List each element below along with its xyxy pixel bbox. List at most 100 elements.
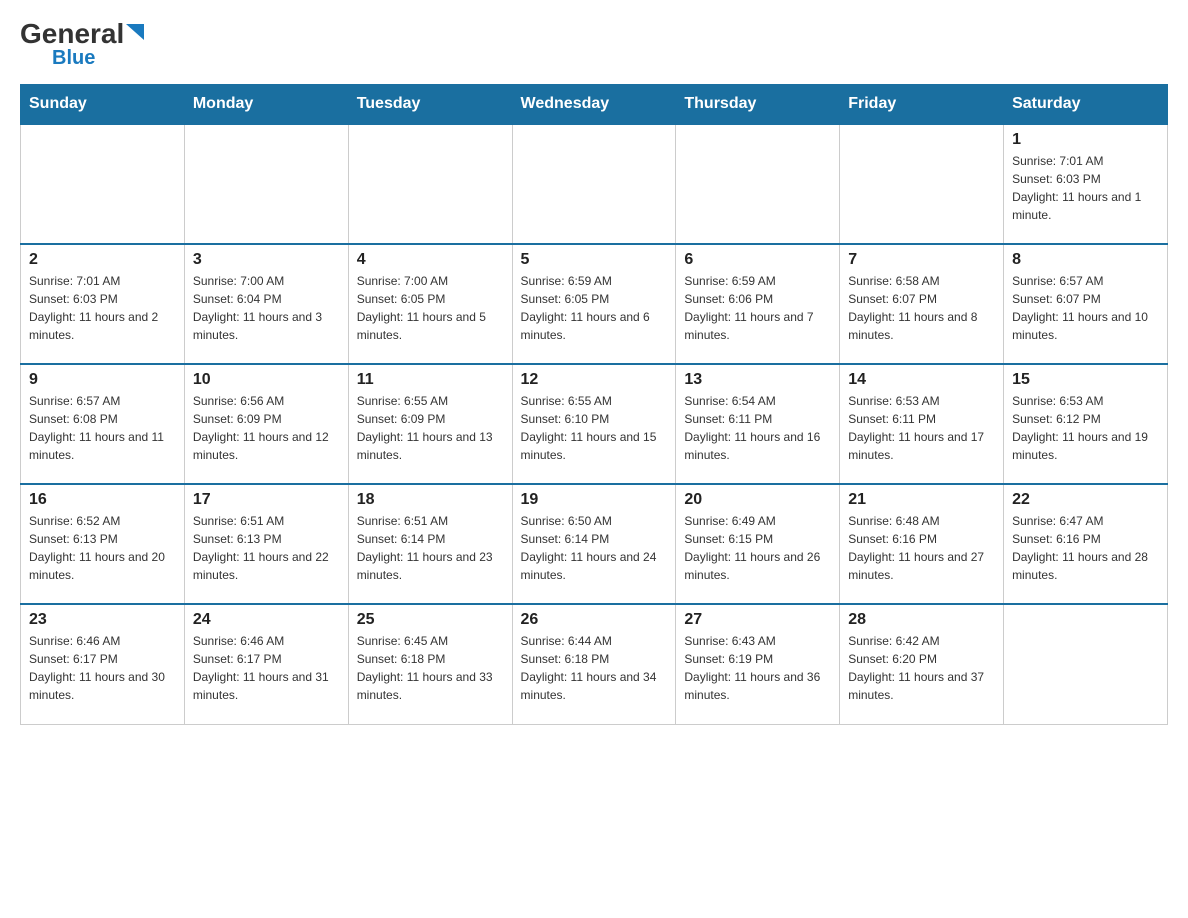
- day-number: 23: [29, 611, 176, 629]
- day-info: Sunrise: 6:55 AM Sunset: 6:10 PM Dayligh…: [521, 392, 668, 464]
- day-number: 13: [684, 371, 831, 389]
- calendar-cell: 16 Sunrise: 6:52 AM Sunset: 6:13 PM Dayli…: [21, 484, 185, 604]
- day-number: 11: [357, 371, 504, 389]
- week-row-4: 16 Sunrise: 6:52 AM Sunset: 6:13 PM Dayli…: [21, 484, 1168, 604]
- day-number: 18: [357, 491, 504, 509]
- day-info: Sunrise: 6:58 AM Sunset: 6:07 PM Dayligh…: [848, 272, 995, 344]
- day-info: Sunrise: 6:57 AM Sunset: 6:07 PM Dayligh…: [1012, 272, 1159, 344]
- day-number: 10: [193, 371, 340, 389]
- calendar-cell: 22Sunrise: 6:47 AM Sunset: 6:16 PM Dayli…: [1004, 484, 1168, 604]
- day-number: 2: [29, 251, 176, 269]
- calendar-cell: [184, 124, 348, 244]
- col-header-saturday: Saturday: [1004, 85, 1168, 125]
- calendar-cell: 28 Sunrise: 6:42 AM Sunset: 6:20 PM Dayli…: [840, 604, 1004, 724]
- week-row-5: 23 Sunrise: 6:46 AM Sunset: 6:17 PM Dayli…: [21, 604, 1168, 724]
- day-number: 4: [357, 251, 504, 269]
- day-info: Sunrise: 6:53 AM Sunset: 6:12 PM Dayligh…: [1012, 392, 1159, 464]
- day-info: Sunrise: 7:00 AM Sunset: 6:05 PM Dayligh…: [357, 272, 504, 344]
- day-number: 7: [848, 251, 995, 269]
- day-info: Sunrise: 7:01 AM Sunset: 6:03 PM Dayligh…: [29, 272, 176, 344]
- calendar-cell: [512, 124, 676, 244]
- col-header-sunday: Sunday: [21, 85, 185, 125]
- col-header-monday: Monday: [184, 85, 348, 125]
- col-header-tuesday: Tuesday: [348, 85, 512, 125]
- calendar-cell: 25 Sunrise: 6:45 AM Sunset: 6:18 PM Dayli…: [348, 604, 512, 724]
- day-number: 12: [521, 371, 668, 389]
- calendar-cell: 24 Sunrise: 6:46 AM Sunset: 6:17 PM Dayli…: [184, 604, 348, 724]
- day-info: Sunrise: 6:59 AM Sunset: 6:05 PM Dayligh…: [521, 272, 668, 344]
- logo-blue-text: Blue: [52, 48, 95, 68]
- calendar-cell: 1Sunrise: 7:01 AM Sunset: 6:03 PM Daylig…: [1004, 124, 1168, 244]
- day-info: Sunrise: 6:46 AM Sunset: 6:17 PM Dayligh…: [29, 632, 176, 704]
- day-info: Sunrise: 7:00 AM Sunset: 6:04 PM Dayligh…: [193, 272, 340, 344]
- calendar-cell: 27 Sunrise: 6:43 AM Sunset: 6:19 PM Dayli…: [676, 604, 840, 724]
- day-number: 28: [848, 611, 995, 629]
- logo: General Blue: [20, 20, 144, 68]
- calendar-cell: 9 Sunrise: 6:57 AM Sunset: 6:08 PM Daylig…: [21, 364, 185, 484]
- col-header-thursday: Thursday: [676, 85, 840, 125]
- calendar-cell: 6 Sunrise: 6:59 AM Sunset: 6:06 PM Daylig…: [676, 244, 840, 364]
- calendar-cell: 20 Sunrise: 6:49 AM Sunset: 6:15 PM Dayli…: [676, 484, 840, 604]
- day-number: 25: [357, 611, 504, 629]
- calendar-cell: [348, 124, 512, 244]
- day-info: Sunrise: 6:51 AM Sunset: 6:13 PM Dayligh…: [193, 512, 340, 584]
- calendar-cell: 4 Sunrise: 7:00 AM Sunset: 6:05 PM Daylig…: [348, 244, 512, 364]
- calendar-cell: 8 Sunrise: 6:57 AM Sunset: 6:07 PM Daylig…: [1004, 244, 1168, 364]
- calendar-cell: 21 Sunrise: 6:48 AM Sunset: 6:16 PM Dayli…: [840, 484, 1004, 604]
- day-info: Sunrise: 6:57 AM Sunset: 6:08 PM Dayligh…: [29, 392, 176, 464]
- calendar-cell: 10 Sunrise: 6:56 AM Sunset: 6:09 PM Dayli…: [184, 364, 348, 484]
- calendar-cell: 14Sunrise: 6:53 AM Sunset: 6:11 PM Dayli…: [840, 364, 1004, 484]
- day-number: 26: [521, 611, 668, 629]
- calendar-cell: 5 Sunrise: 6:59 AM Sunset: 6:05 PM Daylig…: [512, 244, 676, 364]
- day-info: Sunrise: 6:44 AM Sunset: 6:18 PM Dayligh…: [521, 632, 668, 704]
- day-number: 16: [29, 491, 176, 509]
- calendar-cell: 11Sunrise: 6:55 AM Sunset: 6:09 PM Dayli…: [348, 364, 512, 484]
- day-number: 1: [1012, 131, 1159, 149]
- day-info: Sunrise: 6:43 AM Sunset: 6:19 PM Dayligh…: [684, 632, 831, 704]
- day-info: Sunrise: 6:42 AM Sunset: 6:20 PM Dayligh…: [848, 632, 995, 704]
- day-number: 15: [1012, 371, 1159, 389]
- day-number: 27: [684, 611, 831, 629]
- calendar-cell: 3 Sunrise: 7:00 AM Sunset: 6:04 PM Daylig…: [184, 244, 348, 364]
- day-info: Sunrise: 6:49 AM Sunset: 6:15 PM Dayligh…: [684, 512, 831, 584]
- day-info: Sunrise: 6:52 AM Sunset: 6:13 PM Dayligh…: [29, 512, 176, 584]
- calendar-cell: 12 Sunrise: 6:55 AM Sunset: 6:10 PM Dayli…: [512, 364, 676, 484]
- day-number: 17: [193, 491, 340, 509]
- day-info: Sunrise: 6:56 AM Sunset: 6:09 PM Dayligh…: [193, 392, 340, 464]
- calendar-cell: [840, 124, 1004, 244]
- day-info: Sunrise: 6:47 AM Sunset: 6:16 PM Dayligh…: [1012, 512, 1159, 584]
- day-number: 5: [521, 251, 668, 269]
- col-header-wednesday: Wednesday: [512, 85, 676, 125]
- calendar-cell: 17 Sunrise: 6:51 AM Sunset: 6:13 PM Dayli…: [184, 484, 348, 604]
- day-number: 8: [1012, 251, 1159, 269]
- day-number: 19: [521, 491, 668, 509]
- calendar-cell: 18Sunrise: 6:51 AM Sunset: 6:14 PM Dayli…: [348, 484, 512, 604]
- week-row-3: 9 Sunrise: 6:57 AM Sunset: 6:08 PM Daylig…: [21, 364, 1168, 484]
- day-number: 6: [684, 251, 831, 269]
- logo-general-text: General: [20, 20, 124, 48]
- page-header: General Blue: [20, 20, 1168, 68]
- day-info: Sunrise: 6:54 AM Sunset: 6:11 PM Dayligh…: [684, 392, 831, 464]
- calendar-cell: 19Sunrise: 6:50 AM Sunset: 6:14 PM Dayli…: [512, 484, 676, 604]
- calendar-cell: 23 Sunrise: 6:46 AM Sunset: 6:17 PM Dayli…: [21, 604, 185, 724]
- day-number: 20: [684, 491, 831, 509]
- day-number: 3: [193, 251, 340, 269]
- calendar-cell: 15 Sunrise: 6:53 AM Sunset: 6:12 PM Dayli…: [1004, 364, 1168, 484]
- calendar-cell: 2 Sunrise: 7:01 AM Sunset: 6:03 PM Daylig…: [21, 244, 185, 364]
- day-info: Sunrise: 6:45 AM Sunset: 6:18 PM Dayligh…: [357, 632, 504, 704]
- day-number: 9: [29, 371, 176, 389]
- logo-triangle-icon: [126, 24, 144, 40]
- calendar-cell: [21, 124, 185, 244]
- calendar-table: SundayMondayTuesdayWednesdayThursdayFrid…: [20, 84, 1168, 725]
- day-info: Sunrise: 6:59 AM Sunset: 6:06 PM Dayligh…: [684, 272, 831, 344]
- week-row-1: 1Sunrise: 7:01 AM Sunset: 6:03 PM Daylig…: [21, 124, 1168, 244]
- calendar-cell: [676, 124, 840, 244]
- day-number: 21: [848, 491, 995, 509]
- calendar-cell: 13 Sunrise: 6:54 AM Sunset: 6:11 PM Dayli…: [676, 364, 840, 484]
- day-info: Sunrise: 6:48 AM Sunset: 6:16 PM Dayligh…: [848, 512, 995, 584]
- day-number: 14: [848, 371, 995, 389]
- col-header-friday: Friday: [840, 85, 1004, 125]
- day-number: 24: [193, 611, 340, 629]
- calendar-cell: 26 Sunrise: 6:44 AM Sunset: 6:18 PM Dayli…: [512, 604, 676, 724]
- day-info: Sunrise: 6:46 AM Sunset: 6:17 PM Dayligh…: [193, 632, 340, 704]
